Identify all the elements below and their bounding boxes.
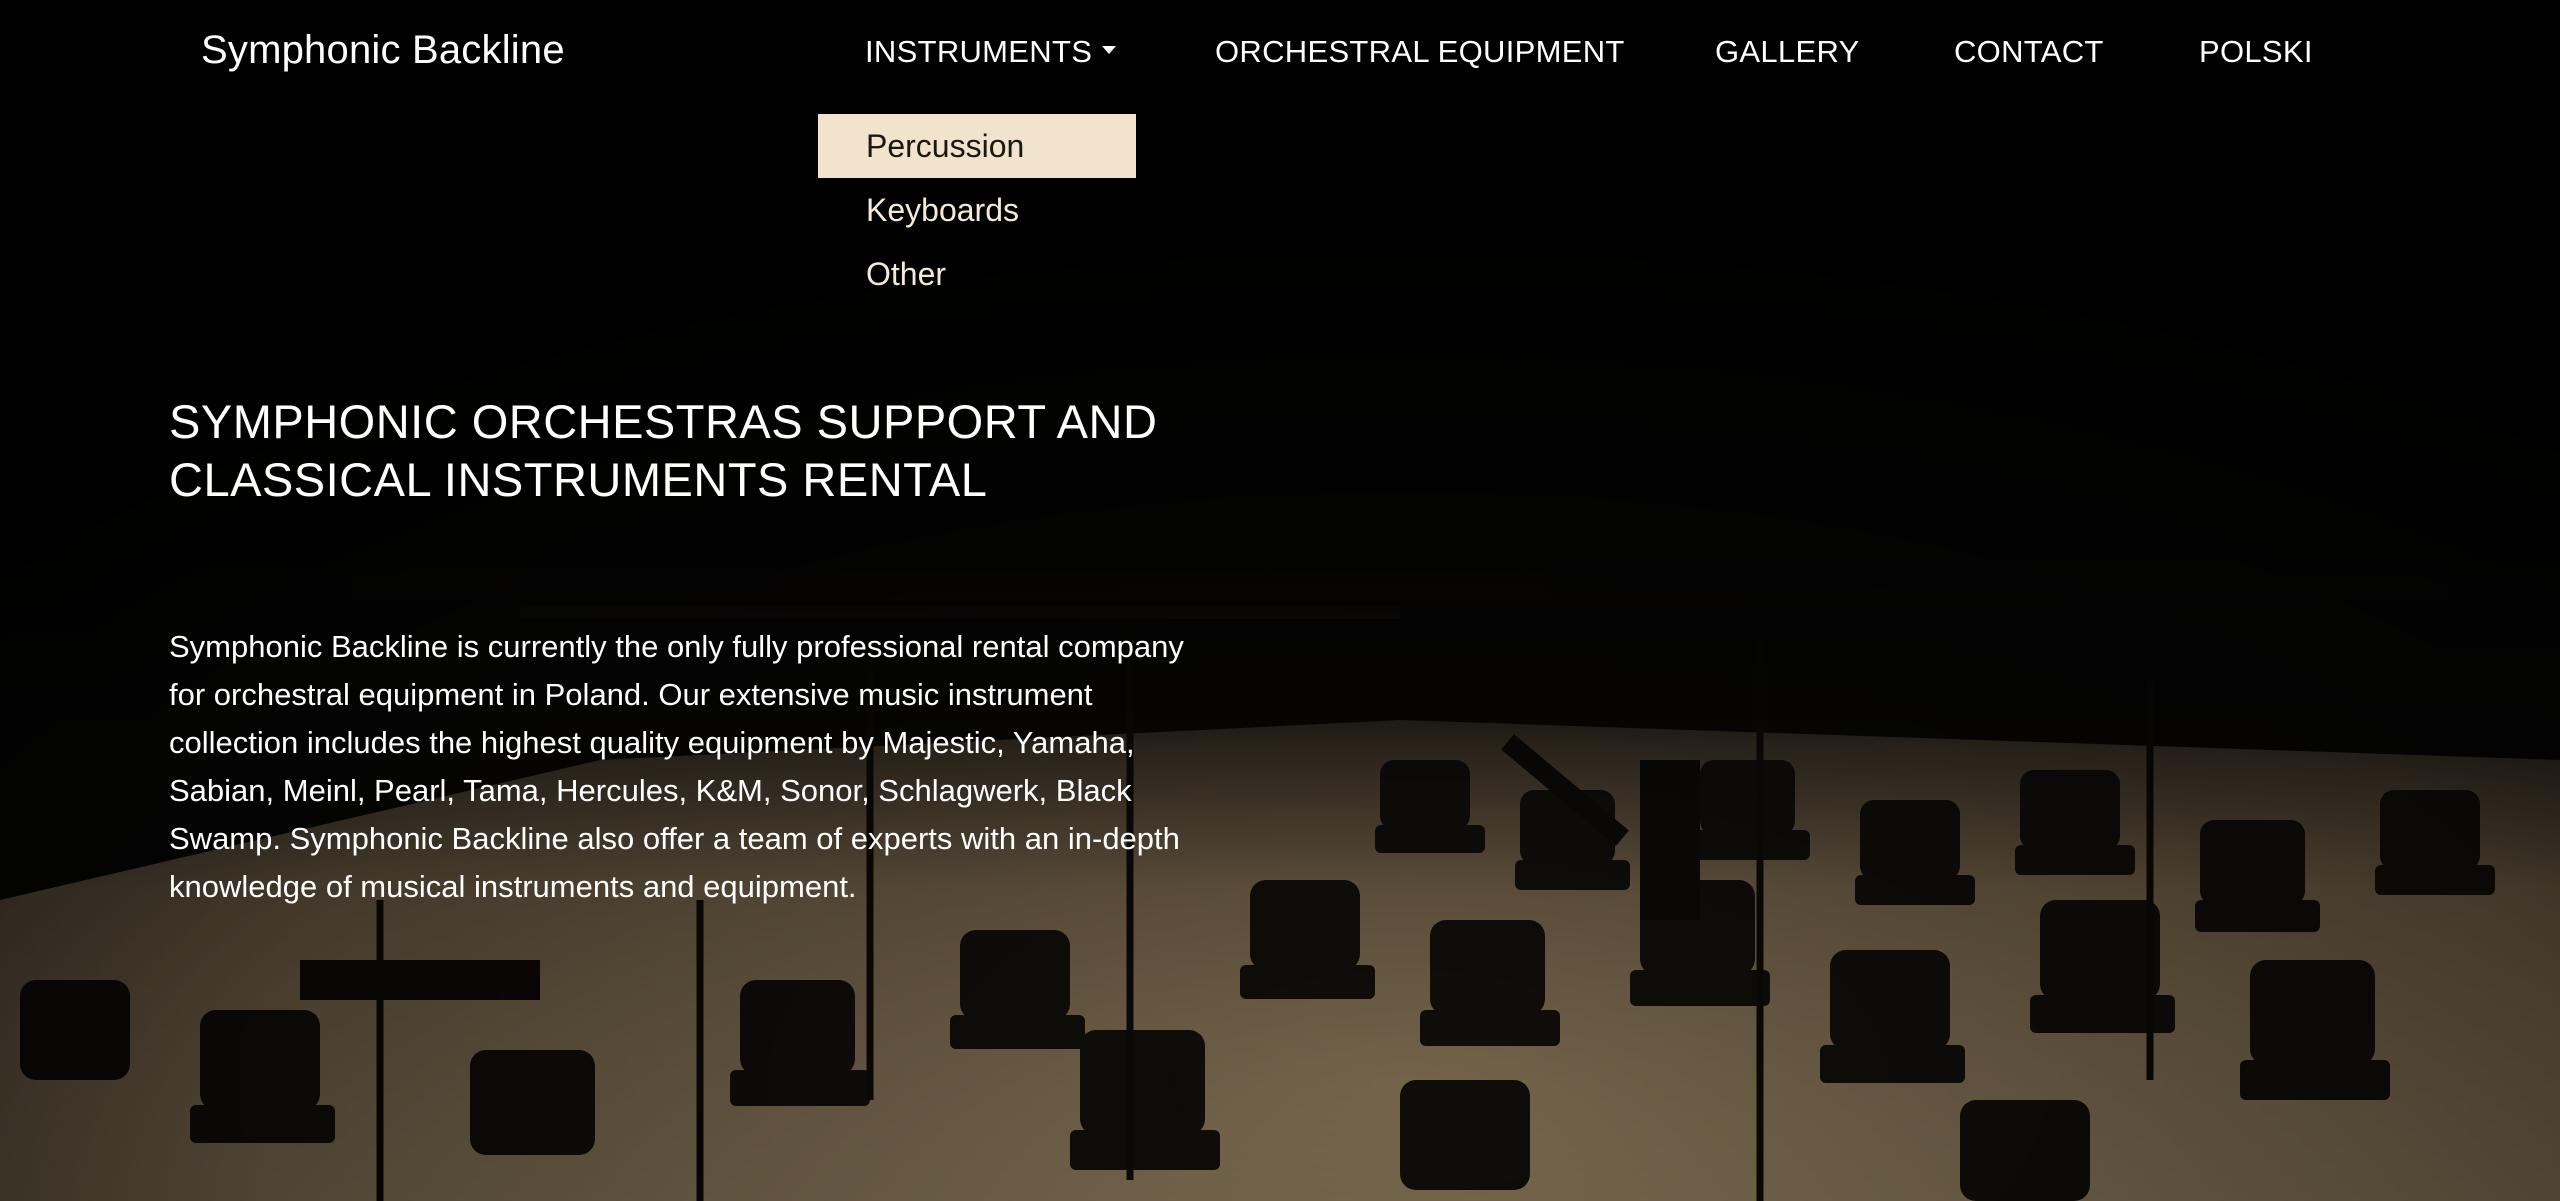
hero-title-line-1: SYMPHONIC ORCHESTRAS SUPPORT AND	[169, 395, 1158, 448]
nav-instruments-dropdown[interactable]: INSTRUMENTS	[865, 34, 1117, 70]
nav-instruments-label: INSTRUMENTS	[865, 34, 1093, 69]
dropdown-item-other[interactable]: Other	[818, 242, 1136, 306]
hero-title: SYMPHONIC ORCHESTRAS SUPPORT AND CLASSIC…	[169, 393, 1209, 509]
hero-description: Symphonic Backline is currently the only…	[169, 629, 1184, 904]
page: Symphonic Backline INSTRUMENTS ORCHESTRA…	[0, 0, 2560, 1201]
hero-background-image	[0, 0, 2560, 1201]
nav-language-polski[interactable]: POLSKI	[2199, 34, 2313, 70]
nav-orchestral-equipment[interactable]: ORCHESTRAL EQUIPMENT	[1215, 34, 1625, 70]
nav-contact[interactable]: CONTACT	[1954, 34, 2104, 70]
caret-down-icon	[1102, 45, 1117, 54]
hero-title-line-2: CLASSICAL INSTRUMENTS RENTAL	[169, 453, 988, 506]
navbar: Symphonic Backline INSTRUMENTS ORCHESTRA…	[0, 0, 2560, 106]
brand-logo-link[interactable]: Symphonic Backline	[201, 28, 565, 73]
dropdown-item-keyboards[interactable]: Keyboards	[818, 178, 1136, 242]
nav-gallery[interactable]: GALLERY	[1715, 34, 1860, 70]
instruments-dropdown-menu: Percussion Keyboards Other	[818, 114, 1136, 306]
dropdown-item-percussion[interactable]: Percussion	[818, 114, 1136, 178]
